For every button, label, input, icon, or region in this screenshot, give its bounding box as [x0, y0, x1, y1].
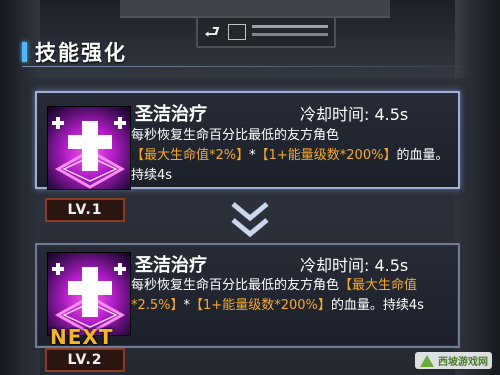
background-exit-sign: ⮐ — [196, 16, 336, 48]
holy-cross-icon — [47, 106, 131, 190]
current-skill-name: 圣洁治疗 — [135, 104, 207, 125]
next-skill-name: 圣洁治疗 — [135, 255, 207, 276]
desc-text: 的血量。持续4s — [330, 298, 424, 313]
next-level-tag: LV.2 — [45, 348, 125, 372]
left-arrow-icon: ⮐ — [204, 22, 221, 43]
next-skill-cooldown: 冷却时间: 4.5s — [300, 256, 409, 275]
header-accent-bar — [22, 42, 27, 62]
sign-symbol-icon — [228, 24, 246, 40]
current-level-tag: LV.1 — [45, 198, 125, 222]
desc-text: 每秒恢复生命百分比最低的友方角色 — [131, 278, 340, 293]
desc-highlight-energy: 【1+能量级数*200%】 — [255, 148, 397, 163]
current-skill-cooldown: 冷却时间: 4.5s — [300, 105, 409, 124]
page-header: 技能强化 — [22, 38, 127, 66]
next-skill-description: 每秒恢复生命百分比最低的友方角色【最大生命值*2.5%】*【1+能量级数*200… — [131, 276, 453, 316]
watermark-logo-icon — [420, 354, 434, 367]
holy-cross-icon — [47, 252, 131, 336]
double-chevron-down-icon — [231, 202, 269, 238]
desc-highlight-hp: 【最大生命值*2%】 — [131, 148, 250, 163]
sign-text-lines — [252, 25, 328, 28]
next-level-label: NEXT — [50, 325, 114, 349]
current-skill-description: 每秒恢复生命百分比最低的友方角色【最大生命值*2%】*【1+能量级数*200%】… — [131, 126, 453, 186]
watermark-text: 西坡游戏网 — [438, 357, 488, 368]
header-divider — [22, 66, 462, 67]
page-title: 技能强化 — [35, 41, 127, 65]
watermark: 西坡游戏网 — [415, 352, 492, 369]
desc-text: 每秒恢复生命百分比最低的友方角色 — [131, 128, 340, 143]
desc-highlight-energy: 【1+能量级数*200%】 — [190, 298, 331, 313]
